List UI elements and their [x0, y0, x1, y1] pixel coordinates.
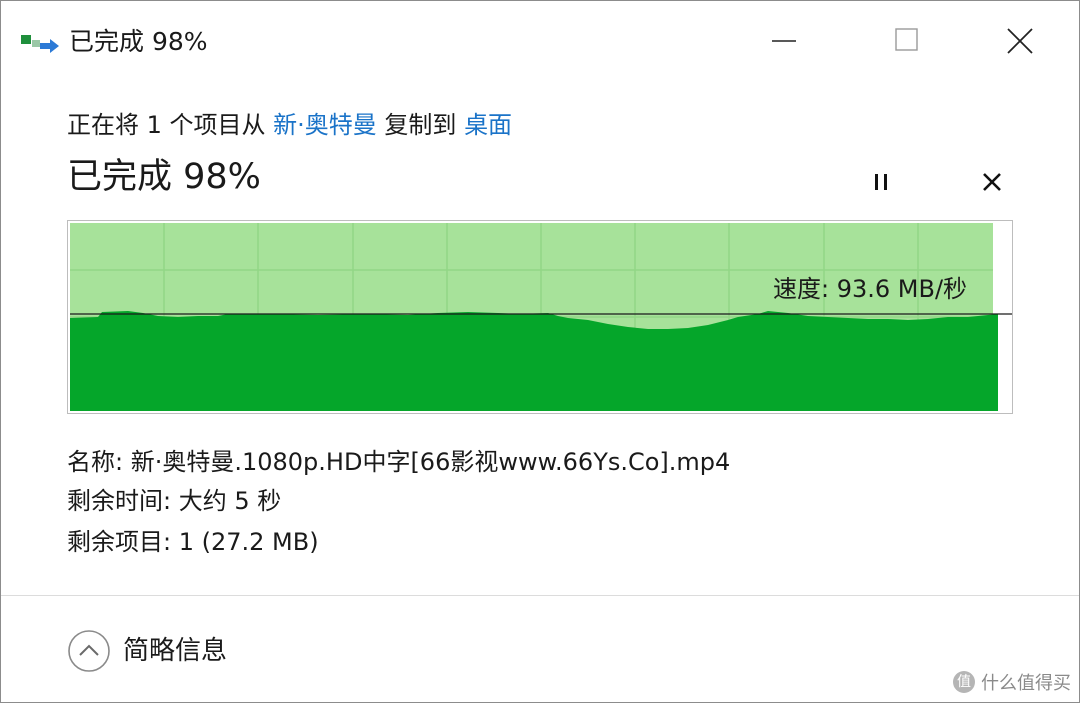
operation-description: 正在将 1 个项目从 新·奥特曼 复制到 桌面 [67, 108, 512, 142]
file-name-row: 名称: 新·奥特曼.1080p.HD中字[66影视www.66Ys.Co].mp… [67, 445, 730, 479]
speed-graph-canvas [70, 223, 1012, 411]
cancel-icon [983, 173, 1001, 191]
close-icon [1007, 28, 1033, 54]
items-remaining-row: 剩余项目: 1 (27.2 MB) [67, 525, 319, 559]
site-watermark: 值 什么值得买 [953, 669, 1071, 695]
maximize-button[interactable] [879, 19, 935, 63]
operation-prefix: 正在将 1 个项目从 [67, 111, 274, 139]
speed-history-area [70, 311, 998, 411]
source-folder-link[interactable]: 新·奥特曼 [273, 111, 377, 139]
cancel-copy-button[interactable] [973, 163, 1011, 201]
watermark-logo-icon: 值 [953, 671, 975, 693]
pause-icon [875, 174, 887, 190]
time-remaining-row: 剩余时间: 大约 5 秒 [67, 484, 281, 518]
file-name-value: 新·奥特曼.1080p.HD中字[66影视www.66Ys.Co].mp4 [130, 448, 731, 476]
fewer-details-label: 简略信息 [123, 636, 228, 666]
window-title: 已完成 98% [69, 27, 208, 56]
items-remaining-label: 剩余项目: [67, 528, 179, 556]
items-remaining-value: 1 (27.2 MB) [178, 528, 319, 556]
operation-middle: 复制到 [376, 111, 465, 139]
progress-percentage: 已完成 98% [67, 157, 261, 197]
copy-progress-dialog: 已完成 98% 正在将 1 个项目从 新·奥特曼 复制到 桌面 已完成 98% [0, 0, 1080, 703]
chevron-up-icon [68, 630, 110, 672]
copy-transfer-icon [21, 35, 59, 53]
title-bar[interactable]: 已完成 98% [1, 1, 1079, 81]
watermark-text: 什么值得买 [981, 673, 1071, 694]
time-remaining-label: 剩余时间: [67, 487, 179, 515]
maximize-icon [895, 28, 918, 51]
speed-readout: 速度: 93.6 MB/秒 [773, 275, 968, 303]
minimize-button[interactable] [756, 19, 812, 63]
fewer-details-toggle[interactable]: 简略信息 [67, 627, 227, 675]
close-button[interactable] [991, 19, 1047, 63]
pause-button[interactable] [863, 163, 901, 201]
destination-folder-link[interactable]: 桌面 [464, 111, 512, 139]
time-remaining-value: 大约 5 秒 [178, 487, 282, 515]
file-name-label: 名称: [67, 448, 131, 476]
speed-graph [67, 220, 1013, 414]
minimize-icon [772, 40, 796, 42]
